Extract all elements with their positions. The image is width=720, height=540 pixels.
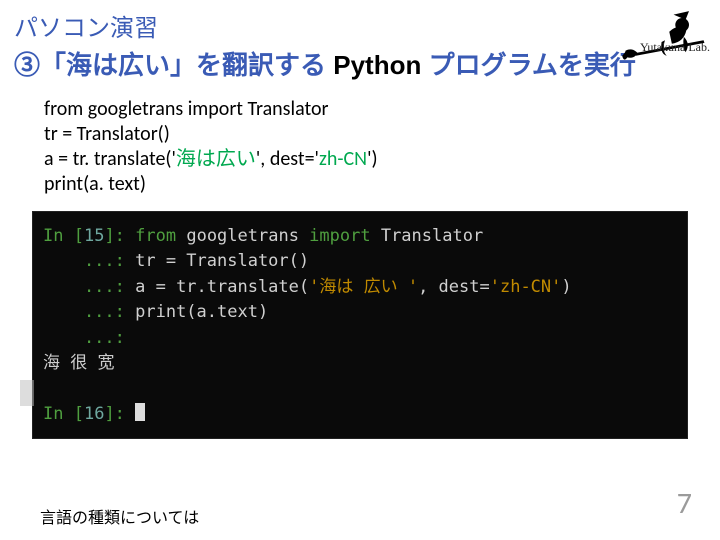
code-line: print(a. text) (44, 172, 706, 197)
code-line: from googletrans import Translator (44, 97, 706, 122)
terminal-screenshot: In [15]: from googletrans import Transla… (32, 211, 688, 439)
slide-title: ③「海は広い」を翻訳する Python プログラムを実行 (14, 49, 706, 83)
terminal-blank (43, 377, 677, 403)
witch-logo-icon (620, 6, 710, 66)
code-snippet: from googletrans import Translator tr = … (44, 97, 706, 197)
title-part1: 「海は広い」を翻訳する (40, 50, 326, 80)
terminal-output: 海 很 宽 (43, 351, 677, 377)
title-circle-num: ③ (14, 50, 40, 80)
terminal-line: In [15]: from googletrans import Transla… (43, 224, 677, 250)
slide-pretitle: パソコン演習 (14, 8, 706, 43)
title-python-word: Python (326, 50, 429, 80)
terminal-prompt: In [16]: (43, 402, 677, 428)
logo-label: Yutakuna Lab. (640, 40, 710, 55)
terminal-line: ...: (43, 326, 677, 352)
terminal-line: ...: print(a.text) (43, 300, 677, 326)
title-part2: プログラムを実行 (429, 50, 636, 80)
page-number: 7 (677, 485, 692, 522)
terminal-line: ...: tr = Translator() (43, 249, 677, 275)
footer-note: 言語の種類については (40, 504, 199, 528)
slide: Yutakuna Lab. パソコン演習 ③「海は広い」を翻訳する Python… (0, 0, 720, 540)
code-line: a = tr. translate('海は広い', dest='zh-CN') (44, 147, 706, 172)
terminal-line: ...: a = tr.translate('海は 広い ', dest='zh… (43, 275, 677, 301)
code-line: tr = Translator() (44, 122, 706, 147)
cursor-icon (135, 403, 145, 421)
artifact-icon (20, 380, 34, 406)
